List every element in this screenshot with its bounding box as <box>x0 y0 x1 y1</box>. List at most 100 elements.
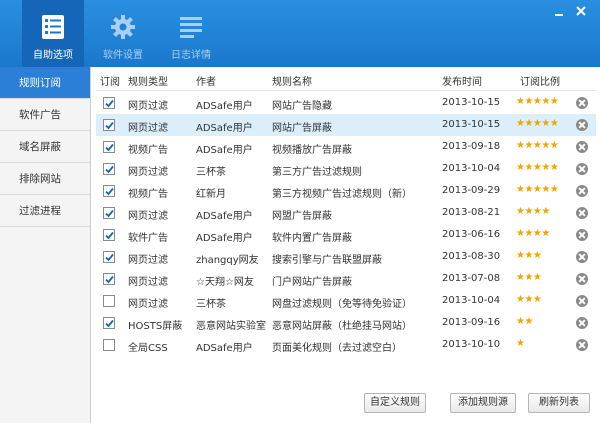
rule-name-cell: 网盘过滤规则（免等待免验证） <box>272 299 412 310</box>
rule-type-cell: 网页过滤 <box>128 167 168 178</box>
delete-icon[interactable] <box>576 185 588 197</box>
author-cell: 红新月 <box>196 189 226 200</box>
close-button[interactable] <box>574 4 588 18</box>
table-row[interactable]: 视频广告 红新月 第三方视频广告过滤规则（新） 2013-09-29 ★★★★★ <box>96 180 596 202</box>
column-header-type[interactable]: 规则类型 <box>128 73 168 88</box>
table-row[interactable]: 全局CSS ADSafe用户 页面美化规则（去过滤空白） 2013-10-10 ★ <box>96 334 596 356</box>
author-cell: ADSafe用户 <box>196 343 253 354</box>
toolbar-tab-self-help[interactable]: 自助选项 <box>22 0 84 67</box>
author-cell: ADSafe用户 <box>196 145 253 156</box>
sidebar-item-filter-process[interactable]: 过滤进程 <box>0 195 90 227</box>
subscribe-checkbox[interactable] <box>103 185 115 197</box>
subscribe-checkbox[interactable] <box>103 339 115 351</box>
check-icon <box>105 143 114 152</box>
subscribe-checkbox[interactable] <box>103 97 115 109</box>
sidebar-item-software-ads[interactable]: 软件广告 <box>0 99 90 131</box>
delete-icon[interactable] <box>576 317 588 329</box>
toolbar-tab-label: 自助选项 <box>33 50 73 61</box>
table-row[interactable]: 网页过滤 三杯茶 第三方广告过滤规则 2013-10-04 ★★★★★ <box>96 158 596 180</box>
delete-icon[interactable] <box>576 141 588 153</box>
delete-icon[interactable] <box>576 251 588 263</box>
delete-icon[interactable] <box>576 229 588 241</box>
delete-icon[interactable] <box>576 97 588 109</box>
publish-date-cell: 2013-09-16 <box>442 317 501 328</box>
add-rule-source-button[interactable]: 添加规则源 <box>450 393 516 413</box>
table-row[interactable]: 网页过滤 ☆天翔☆网友 门户网站广告屏蔽 2013-07-08 ★★★ <box>96 268 596 290</box>
subscribe-checkbox[interactable] <box>103 295 115 307</box>
subscribe-checkbox[interactable] <box>103 141 115 153</box>
check-icon <box>105 253 114 262</box>
check-icon <box>105 231 114 240</box>
rule-type-cell: 软件广告 <box>128 233 168 244</box>
subscription-rating-stars: ★★★★★ <box>516 118 559 129</box>
subscription-rating-stars: ★★★★★ <box>516 96 559 107</box>
toolbar-tab-log[interactable]: 日志详情 <box>162 0 220 67</box>
column-header-name[interactable]: 规则名称 <box>272 73 312 88</box>
subscription-rating-stars: ★★ <box>516 316 533 327</box>
delete-icon[interactable] <box>576 273 588 285</box>
rule-name-cell: 网站广告屏蔽 <box>272 123 332 134</box>
rule-type-cell: HOSTS屏蔽 <box>128 321 183 332</box>
subscribe-checkbox[interactable] <box>103 163 115 175</box>
refresh-list-button[interactable]: 刷新列表 <box>528 393 590 413</box>
table-row[interactable]: 网页过滤 ADSafe用户 网盟广告屏蔽 2013-08-21 ★★★★ <box>96 202 596 224</box>
delete-icon[interactable] <box>576 207 588 219</box>
minimize-button[interactable] <box>552 5 566 19</box>
rule-type-cell: 网页过滤 <box>128 101 168 112</box>
subscription-rating-stars: ★★★ <box>516 294 542 305</box>
table-header: 订阅 规则类型 作者 规则名称 发布时间 订阅比例 <box>96 67 596 91</box>
author-cell: 恶意网站实验室 <box>196 321 266 332</box>
author-cell: 三杯茶 <box>196 299 226 310</box>
delete-icon[interactable] <box>576 295 588 307</box>
subscription-rating-stars: ★★★★★ <box>516 140 559 151</box>
publish-date-cell: 2013-08-21 <box>442 207 501 218</box>
rule-name-cell: 网站广告隐藏 <box>272 101 332 112</box>
custom-rule-button[interactable]: 自定义规则 <box>364 393 426 413</box>
rule-type-cell: 网页过滤 <box>128 277 168 288</box>
column-header-author[interactable]: 作者 <box>196 73 216 88</box>
subscribe-checkbox[interactable] <box>103 207 115 219</box>
check-icon <box>105 209 114 218</box>
subscribe-checkbox[interactable] <box>103 229 115 241</box>
close-icon <box>576 6 586 16</box>
rule-name-cell: 软件内置广告屏蔽 <box>272 233 352 244</box>
subscription-rating-stars: ★★★ <box>516 272 542 283</box>
table-row[interactable]: 网页过滤 zhangqy网友 搜索引擎与广告联盟屏蔽 2013-08-30 ★★★ <box>96 246 596 268</box>
table-row[interactable]: 软件广告 ADSafe用户 软件内置广告屏蔽 2013-06-16 ★★★★ <box>96 224 596 246</box>
publish-date-cell: 2013-09-29 <box>442 185 501 196</box>
check-icon <box>105 121 114 130</box>
subscribe-checkbox[interactable] <box>103 251 115 263</box>
column-header-ratio[interactable]: 订阅比例 <box>520 73 560 88</box>
subscribe-checkbox[interactable] <box>103 273 115 285</box>
table-row[interactable]: HOSTS屏蔽 恶意网站实验室 恶意网站屏蔽（杜绝挂马网站） 2013-09-16 ★★ <box>96 312 596 334</box>
table-row[interactable]: 网页过滤 三杯茶 网盘过滤规则（免等待免验证） 2013-10-04 ★★★ <box>96 290 596 312</box>
table-row[interactable]: 网页过滤 ADSafe用户 网站广告屏蔽 2013-10-15 ★★★★★ <box>96 114 596 136</box>
minimize-icon <box>555 14 563 16</box>
rule-name-cell: 搜索引擎与广告联盟屏蔽 <box>272 255 382 266</box>
table-row[interactable]: 网页过滤 ADSafe用户 网站广告隐藏 2013-10-15 ★★★★★ <box>96 92 596 114</box>
subscribe-checkbox[interactable] <box>103 119 115 131</box>
toolbar-tab-settings[interactable]: 软件设置 <box>94 0 152 67</box>
publish-date-cell: 2013-10-04 <box>442 163 501 174</box>
rule-list-panel: 订阅 规则类型 作者 规则名称 发布时间 订阅比例 网页过滤 ADSafe用户 网站… <box>96 67 596 423</box>
delete-icon[interactable] <box>576 119 588 131</box>
rule-name-cell: 恶意网站屏蔽（杜绝挂马网站） <box>272 321 412 332</box>
subscription-rating-stars: ★ <box>516 338 525 349</box>
sidebar-item-domain-block[interactable]: 域名屏蔽 <box>0 131 90 163</box>
column-header-date[interactable]: 发布时间 <box>442 73 482 88</box>
sidebar-item-rule-subscription[interactable]: 规则订阅 <box>0 67 90 99</box>
column-header-subscribe[interactable]: 订阅 <box>100 73 120 88</box>
author-cell: 三杯茶 <box>196 167 226 178</box>
subscription-rating-stars: ★★★★★ <box>516 184 559 195</box>
publish-date-cell: 2013-10-04 <box>442 295 501 306</box>
toolbar-tab-label: 日志详情 <box>171 50 211 61</box>
delete-icon[interactable] <box>576 339 588 351</box>
rule-type-cell: 视频广告 <box>128 145 168 156</box>
subscription-rating-stars: ★★★ <box>516 250 542 261</box>
publish-date-cell: 2013-10-15 <box>442 119 501 130</box>
table-row[interactable]: 视频广告 ADSafe用户 视频播放广告屏蔽 2013-09-18 ★★★★★ <box>96 136 596 158</box>
subscribe-checkbox[interactable] <box>103 317 115 329</box>
sidebar-item-exclude-sites[interactable]: 排除网站 <box>0 163 90 195</box>
delete-icon[interactable] <box>576 163 588 175</box>
subscription-rating-stars: ★★★★ <box>516 228 550 239</box>
